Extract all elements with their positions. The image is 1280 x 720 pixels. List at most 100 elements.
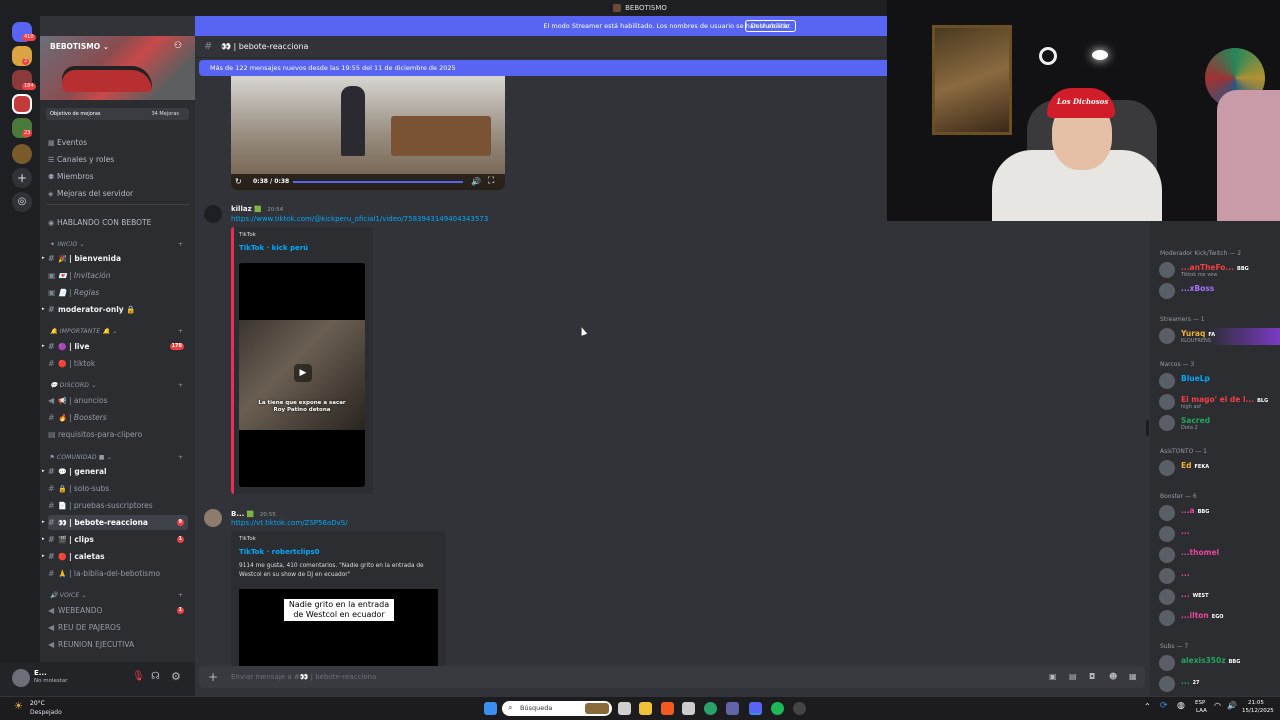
spotify-icon[interactable]: [771, 702, 784, 715]
embed-video[interactable]: Nadie grito en la entrada de Westcol en …: [239, 589, 438, 666]
chrome-icon[interactable]: [704, 702, 717, 715]
channel-caletas[interactable]: ▸ # 🔴 | caletas: [42, 549, 188, 564]
nav-members[interactable]: ⚉ Miembros: [48, 170, 94, 183]
channel-bienvenida[interactable]: ▸ # 🎉 | bienvenida: [42, 251, 188, 266]
server-name[interactable]: BEBOTISMO ⌄: [50, 42, 109, 51]
channel-invitacion[interactable]: ▣ 💌 | Invitación: [48, 268, 188, 283]
discover-icon[interactable]: ◎: [12, 192, 32, 212]
add-user-icon[interactable]: ⚇: [174, 41, 182, 51]
member-item[interactable]: ...xBoss: [1159, 283, 1280, 300]
add-server-icon[interactable]: +: [12, 168, 32, 188]
add-channel-icon[interactable]: +: [178, 241, 183, 248]
message-author[interactable]: killaz: [231, 205, 252, 213]
tray-chevron-icon[interactable]: ⌃: [1144, 702, 1151, 711]
add-channel-icon[interactable]: +: [178, 592, 183, 599]
category-inicio[interactable]: ✦ INICIO ⌄ +: [50, 241, 183, 248]
server-icon-5[interactable]: [12, 144, 32, 164]
member-item[interactable]: ...: [1159, 526, 1280, 543]
message-link[interactable]: https://www.tiktok.com/@kickperu_oficial…: [231, 215, 488, 223]
channel-general[interactable]: ▸ # 💬 | general: [42, 464, 188, 479]
emoji-icon[interactable]: ☻: [1109, 666, 1117, 688]
video-attachment[interactable]: ↻ 0:38 / 0:38 🔊 ⛶: [231, 76, 505, 190]
taskbar-search[interactable]: ⌕ Búsqueda: [502, 701, 612, 716]
channel-clips[interactable]: ▸ # 🎬 | clips 1: [42, 532, 188, 547]
nav-events[interactable]: ▦ Eventos: [48, 136, 87, 149]
clock-time[interactable]: 21:05: [1248, 700, 1264, 706]
fullscreen-icon[interactable]: ⛶: [488, 176, 494, 186]
sticker-icon[interactable]: ◘: [1089, 666, 1095, 688]
channel-hablando-con-bebote[interactable]: ◉ HABLANDO CON BEBOTE: [48, 216, 151, 229]
channel-live[interactable]: ▸ # 🟣 | live 178: [42, 339, 188, 354]
category-importante[interactable]: 🔔 IMPORTANTE 🔔 ⌄ +: [50, 328, 183, 335]
member-item[interactable]: ...ilton EGO: [1159, 610, 1280, 627]
gif-icon[interactable]: ▤: [1069, 666, 1077, 688]
teams-icon[interactable]: [726, 702, 739, 715]
channel-reunion-ejecutiva[interactable]: ◀ REUNION EJECUTIVA: [48, 637, 188, 652]
channel-la-biblia-del-bebotismo[interactable]: # 🙏 | la-biblia-del-bebotismo: [48, 566, 188, 581]
message-link[interactable]: https://vt.tiktok.com/ZSP56aDvS/: [231, 519, 348, 527]
channel-bebote-reacciona[interactable]: ▸ # 👀 | bebote-reacciona 9: [42, 515, 188, 530]
play-icon[interactable]: ▶: [294, 364, 312, 382]
headphones-icon[interactable]: ☊: [151, 671, 160, 682]
windows-start-icon[interactable]: [484, 702, 497, 715]
boost-goal[interactable]: Objetivo de mejoras 34 Mejoras: [46, 108, 189, 120]
chat-scrollbar[interactable]: [1146, 420, 1149, 436]
member-item[interactable]: El mago' el de l... BLG high asf: [1159, 394, 1280, 411]
discord-taskbar-icon[interactable]: [749, 702, 762, 715]
volume-icon[interactable]: 🔊: [471, 177, 481, 186]
embed-title[interactable]: TikTok · kick perú: [239, 244, 308, 252]
wifi-icon[interactable]: ◠: [1214, 701, 1221, 710]
member-item[interactable]: ... WEST: [1159, 589, 1280, 606]
tray-app-icon[interactable]: ◍: [1177, 701, 1185, 711]
tray-lang[interactable]: ESP: [1195, 700, 1205, 706]
member-item[interactable]: Yuraq FA KLOUFRENS: [1159, 328, 1280, 345]
mic-muted-icon[interactable]: 🎙: [132, 671, 145, 682]
add-channel-icon[interactable]: +: [178, 454, 183, 461]
member-item[interactable]: ...: [1159, 568, 1280, 585]
server-icon-bebotismo[interactable]: [12, 94, 32, 114]
add-channel-icon[interactable]: +: [178, 328, 183, 335]
member-item[interactable]: ...anTheFo... BBG Tiktok me vew: [1159, 262, 1280, 279]
channel-webeando[interactable]: ◀ WEBEANDO 1: [48, 603, 188, 618]
member-item[interactable]: alexis350z BBG: [1159, 655, 1280, 672]
message-composer[interactable]: + Enviar mensaje a #👀 | bebote-reacciona…: [199, 666, 1145, 688]
message-avatar[interactable]: [204, 205, 222, 223]
embed-title[interactable]: TikTok · robertclips0: [239, 548, 320, 556]
category-discord[interactable]: 💬 DISCORD ⌄ +: [50, 382, 183, 389]
channel-pruebas-suscriptores[interactable]: # 📄 | pruebas-suscriptores: [48, 498, 188, 513]
channel-tiktok[interactable]: # 🔴 | tiktok: [48, 356, 188, 371]
store-icon[interactable]: [682, 702, 695, 715]
task-view-icon[interactable]: [618, 702, 631, 715]
channel-anuncios[interactable]: ◀ 📢 | anuncios: [48, 393, 188, 408]
category-comunidad[interactable]: ⚑ COMUNIDAD ■ ⌄ +: [50, 454, 183, 461]
channel-moderator-only[interactable]: ▸ # moderator-only 🔒: [42, 302, 188, 317]
volume-tray-icon[interactable]: 🔊: [1227, 701, 1237, 710]
nav-channels-roles[interactable]: ☰ Canales y roles: [48, 153, 114, 166]
nav-server-boosts[interactable]: ◈ Mejoras del servidor: [48, 187, 133, 200]
embed-video[interactable]: ▶ La tiene que expone a sacar Roy Patino…: [239, 263, 365, 487]
member-item[interactable]: Ed FEKA: [1159, 460, 1280, 477]
category-voice[interactable]: 🔊 VOICE ⌄ +: [50, 592, 183, 599]
member-item[interactable]: Sacred Dota 2: [1159, 415, 1280, 432]
channel-requisitos-para-clipero[interactable]: ▤ requisitos-para-clipero: [48, 427, 188, 442]
member-item[interactable]: ...thomel: [1159, 547, 1280, 564]
channel-reu-de-pajeros[interactable]: ◀ REU DE PAJEROS: [48, 620, 188, 635]
disable-streamer-button[interactable]: Deshabilitar: [744, 20, 796, 32]
user-avatar[interactable]: [12, 669, 30, 687]
member-item[interactable]: BlueLp: [1159, 373, 1280, 390]
video-progress-bar[interactable]: [293, 181, 463, 183]
brave-browser-icon[interactable]: [661, 702, 674, 715]
add-channel-icon[interactable]: +: [178, 382, 183, 389]
gift-icon[interactable]: ▣: [1049, 666, 1057, 688]
channel-reglas[interactable]: ▣ 📄 | Reglas: [48, 285, 188, 300]
attach-plus-icon[interactable]: +: [208, 666, 218, 688]
apps-icon[interactable]: ▦: [1129, 666, 1137, 688]
channel-boosters[interactable]: # 🔥 | Boosters: [48, 410, 188, 425]
settings-gear-icon[interactable]: ⚙: [171, 670, 181, 683]
member-item[interactable]: ...a BBG: [1159, 505, 1280, 522]
new-messages-bar[interactable]: Más de 122 mensajes nuevos desde las 19:…: [199, 60, 887, 76]
obs-icon[interactable]: [793, 702, 806, 715]
message-avatar[interactable]: [204, 509, 222, 527]
tray-sync-icon[interactable]: ⟳: [1160, 701, 1168, 711]
channel-solo-subs[interactable]: # 🔒 | solo-subs: [48, 481, 188, 496]
